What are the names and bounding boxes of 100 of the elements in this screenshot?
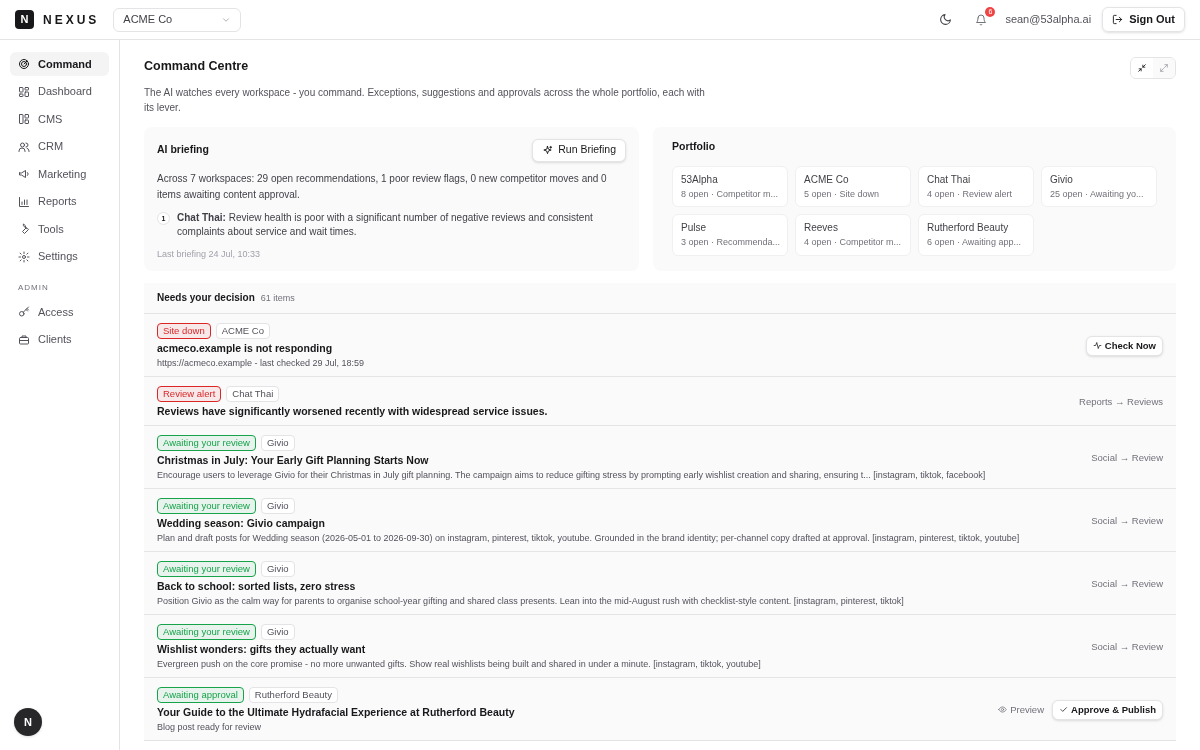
workspace-tag: Rutherford Beauty (248, 686, 338, 703)
briefing-item: Chat Thai: Review health is poor with a significant number of negative reviews and consistent complaints about service and wait times. (177, 210, 594, 239)
check-icon (1059, 705, 1068, 715)
navigation-link[interactable]: Social → Review (1091, 639, 1163, 654)
workspace-tag: Givio (260, 623, 295, 640)
decision-title: acmeco.example is not responding (157, 340, 334, 355)
user-avatar[interactable]: N (14, 708, 42, 736)
status-tag: Awaiting your review (157, 623, 256, 640)
status-tag: Awaiting your review (157, 434, 256, 451)
card-title: Portfolio (672, 138, 717, 154)
workspace-status: 4 open · Review alert (927, 187, 1014, 201)
eye-icon (998, 705, 1008, 715)
sidebar-item[interactable]: CMS (10, 107, 109, 131)
workspace-status: 6 open · Awaiting app... (927, 236, 1022, 249)
decision-detail: Plan and draft posts for Wedding season (2026-05-01 to 2026-09-30) on instagram, pinterest, tiktok, youtube. Grounded in the brand identity; per-channel copy drafted at approval. [instagram, pinterest, tiktok, youtube] (157, 531, 1020, 544)
run-briefing-button[interactable]: Run Briefing (532, 138, 626, 162)
user-email: sean@53alpha.ai (1005, 12, 1092, 28)
item-count: 61 items (260, 292, 295, 306)
page-subtitle: The AI watches every workspace - you command. Exceptions, suggestions and approvals across the whole portfolio, each with its lever. (144, 85, 706, 115)
sidebar-item[interactable]: Access (10, 300, 109, 324)
check-now-button[interactable]: Check Now (1085, 335, 1163, 356)
workspace-select[interactable]: ACME Co (113, 7, 242, 32)
decision-detail: Blog post ready for review (157, 720, 263, 733)
workspace-name: Chat Thai (927, 172, 972, 187)
logo-mark: N (15, 10, 34, 29)
grid-icon (18, 85, 30, 98)
workspace-name: Rutherford Beauty (927, 221, 1010, 235)
section-label: ADMIN (17, 282, 50, 294)
status-tag: Awaiting your review (157, 560, 256, 577)
sidebar-item[interactable]: Clients (10, 327, 109, 352)
bar-chart-icon (18, 195, 30, 208)
card-title: AI briefing (157, 142, 209, 158)
workspace-tag: Givio (260, 560, 295, 577)
decision-title: Wedding season: Givio campaign (157, 515, 326, 530)
radar-icon (18, 58, 30, 70)
workspace-card[interactable]: Rutherford Beauty 6 open · Awaiting app... (918, 214, 1034, 256)
workspace-status: 3 open · Recommenda... (681, 236, 779, 249)
workspace-status: 5 open · Site down (804, 187, 881, 201)
status-tag: Awaiting approval (157, 686, 244, 703)
briefcase-icon (18, 333, 30, 346)
workspace-card[interactable]: 53Alpha 8 open · Competitor m... (672, 165, 788, 207)
layout-icon (18, 113, 30, 125)
briefing-timestamp: Last briefing 24 Jul, 10:33 (157, 247, 262, 261)
settings-icon (18, 250, 30, 263)
navigation-link[interactable]: Social → Review (1091, 513, 1163, 528)
sidebar-item[interactable]: Reports (10, 189, 109, 214)
navigation-link[interactable]: Social → Review (1091, 576, 1163, 591)
moon-icon (938, 13, 952, 26)
sidebar-item[interactable]: Command (10, 52, 109, 76)
navigation-link[interactable]: Reports → Reviews (1079, 394, 1163, 409)
decision-title: Back to school: sorted lists, zero stress (157, 578, 357, 593)
section-title: Needs your decision (157, 291, 255, 306)
brand-name: NEXUS (43, 11, 100, 29)
decision-detail: Evergreen push on the core promise - no more unwanted gifts. Show real wishlists being built and shared in under a minute. [instagram, tiktok, youtube] (157, 657, 761, 670)
sidebar-item[interactable]: Settings (10, 244, 109, 269)
workspace-status: 4 open · Competitor m... (804, 236, 902, 249)
key-icon (18, 306, 30, 318)
workspace-tag: Givio (260, 434, 295, 451)
status-tag: Review alert (157, 385, 222, 402)
pulse-icon (1092, 341, 1102, 351)
workspace-tag: Givio (260, 497, 295, 514)
decision-title: Wishlist wonders: gifts they actually want (157, 641, 367, 656)
decision-title: Your Guide to the Ultimate Hydrafacial Experience at Rutherford Beauty (157, 704, 515, 719)
preview-button[interactable]: Preview (998, 702, 1044, 717)
sidebar-item[interactable]: Dashboard (10, 79, 109, 104)
workspace-name: Givio (1050, 172, 1074, 187)
bell-icon (975, 13, 988, 26)
approve-button[interactable]: Approve & Publish (1052, 699, 1163, 720)
workspace-tag: ACME Co (215, 322, 270, 339)
status-tag: Site down (157, 322, 211, 339)
decision-title: Reviews have significantly worsened recently with widespread service issues. (157, 403, 548, 418)
workspace-name: 53Alpha (681, 172, 719, 187)
expand-icon (1159, 63, 1169, 73)
workspace-name: Pulse (681, 221, 707, 235)
sign-out-icon (1112, 14, 1124, 25)
briefing-summary: Across 7 workspaces: 29 open recommendations, 1 poor review flags, 0 new competitor moves and 0 items awaiting content approval. (157, 171, 608, 202)
workspace-status: 25 open · Awaiting yo... (1050, 187, 1145, 201)
workspace-tag: Chat Thai (226, 385, 280, 402)
sidebar-item[interactable]: CRM (10, 134, 109, 159)
decision-detail: Position Givio as the calm way for parents to organise school-year gifting and shared class presents. Lean into the mid-August rush with checklist-style content. [instagram, pinterest, tiktok] (157, 594, 904, 607)
collapse-icon (1137, 63, 1147, 73)
status-tag: Awaiting your review (157, 497, 256, 514)
workspace-card[interactable]: Chat Thai 4 open · Review alert (918, 165, 1034, 207)
sign-out-button[interactable]: Sign Out (1102, 7, 1185, 32)
workspace-name: Reeves (804, 221, 839, 235)
navigation-link[interactable]: Social → Review (1091, 450, 1163, 465)
megaphone-icon (18, 168, 30, 180)
workspace-card[interactable]: Pulse 3 open · Recommenda... (672, 214, 788, 256)
workspace-card[interactable]: ACME Co 5 open · Site down (795, 165, 911, 207)
workspace-card[interactable]: Reeves 4 open · Competitor m... (795, 214, 911, 256)
sidebar-item[interactable]: Marketing (10, 162, 109, 186)
page-title: Command Centre (144, 58, 250, 75)
sparkle-icon (542, 144, 554, 156)
sidebar-item[interactable]: Tools (10, 217, 109, 241)
decision-title: Christmas in July: Your Early Gift Planning Starts Now (157, 452, 430, 467)
decision-detail: Encourage users to leverage Givio for their Christmas in July gift planning. The campaign aims to reduce gifting stress by prompting early wishlist creation and sharing, ensuring t... [instagram, tiktok, facebook] (157, 468, 986, 481)
workspace-card[interactable]: Givio 25 open · Awaiting yo... (1041, 165, 1157, 207)
workspace-name: ACME Co (804, 172, 850, 187)
users-icon (18, 140, 30, 153)
workspace-status: 8 open · Competitor m... (681, 187, 779, 201)
